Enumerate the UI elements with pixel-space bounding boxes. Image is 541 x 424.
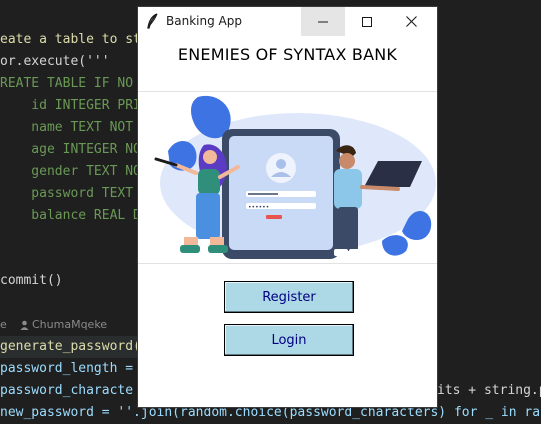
code-line: id INTEGER PRI	[0, 98, 141, 113]
code-line: age INTEGER NO	[0, 142, 141, 157]
svg-text:••••••: ••••••	[248, 204, 269, 211]
blame-author: ChumaMqeke	[32, 318, 108, 331]
code-line: gender TEXT NO	[0, 164, 141, 179]
maximize-button[interactable]	[345, 7, 389, 36]
code-line: REATE TABLE IF NO	[0, 76, 134, 91]
register-button[interactable]: Register	[224, 281, 354, 313]
code-line: password TEXT	[0, 186, 141, 201]
code-line: generate_password(	[0, 336, 141, 358]
title-bar[interactable]: Banking App	[138, 7, 437, 36]
person-icon	[20, 320, 29, 330]
banking-app-window[interactable]: Banking App ENEMIES OF SYNTAX BANK •••••…	[138, 7, 437, 407]
blame-left: e	[0, 318, 7, 331]
divider	[138, 263, 437, 264]
close-button[interactable]	[389, 7, 433, 36]
code-line: name TEXT NOT	[0, 120, 141, 135]
minimize-icon	[318, 21, 328, 22]
code-line-right: its + string.p	[437, 383, 541, 398]
code-line: commit()	[0, 273, 63, 288]
code-line: balance REAL D	[0, 208, 141, 223]
feather-icon	[147, 13, 158, 29]
minimize-button[interactable]	[301, 7, 345, 36]
close-icon	[405, 16, 417, 27]
login-illustration: ••••••	[154, 95, 436, 259]
bank-name-heading: ENEMIES OF SYNTAX BANK	[177, 45, 398, 64]
code-line: password_length =	[0, 361, 141, 376]
maximize-icon	[362, 16, 372, 27]
code-line: or.execute('''	[0, 54, 110, 69]
login-button[interactable]: Login	[224, 324, 354, 356]
code-line: eate a table to st	[0, 32, 141, 47]
code-line: password_characte	[0, 383, 134, 398]
window-title: Banking App	[166, 14, 242, 28]
